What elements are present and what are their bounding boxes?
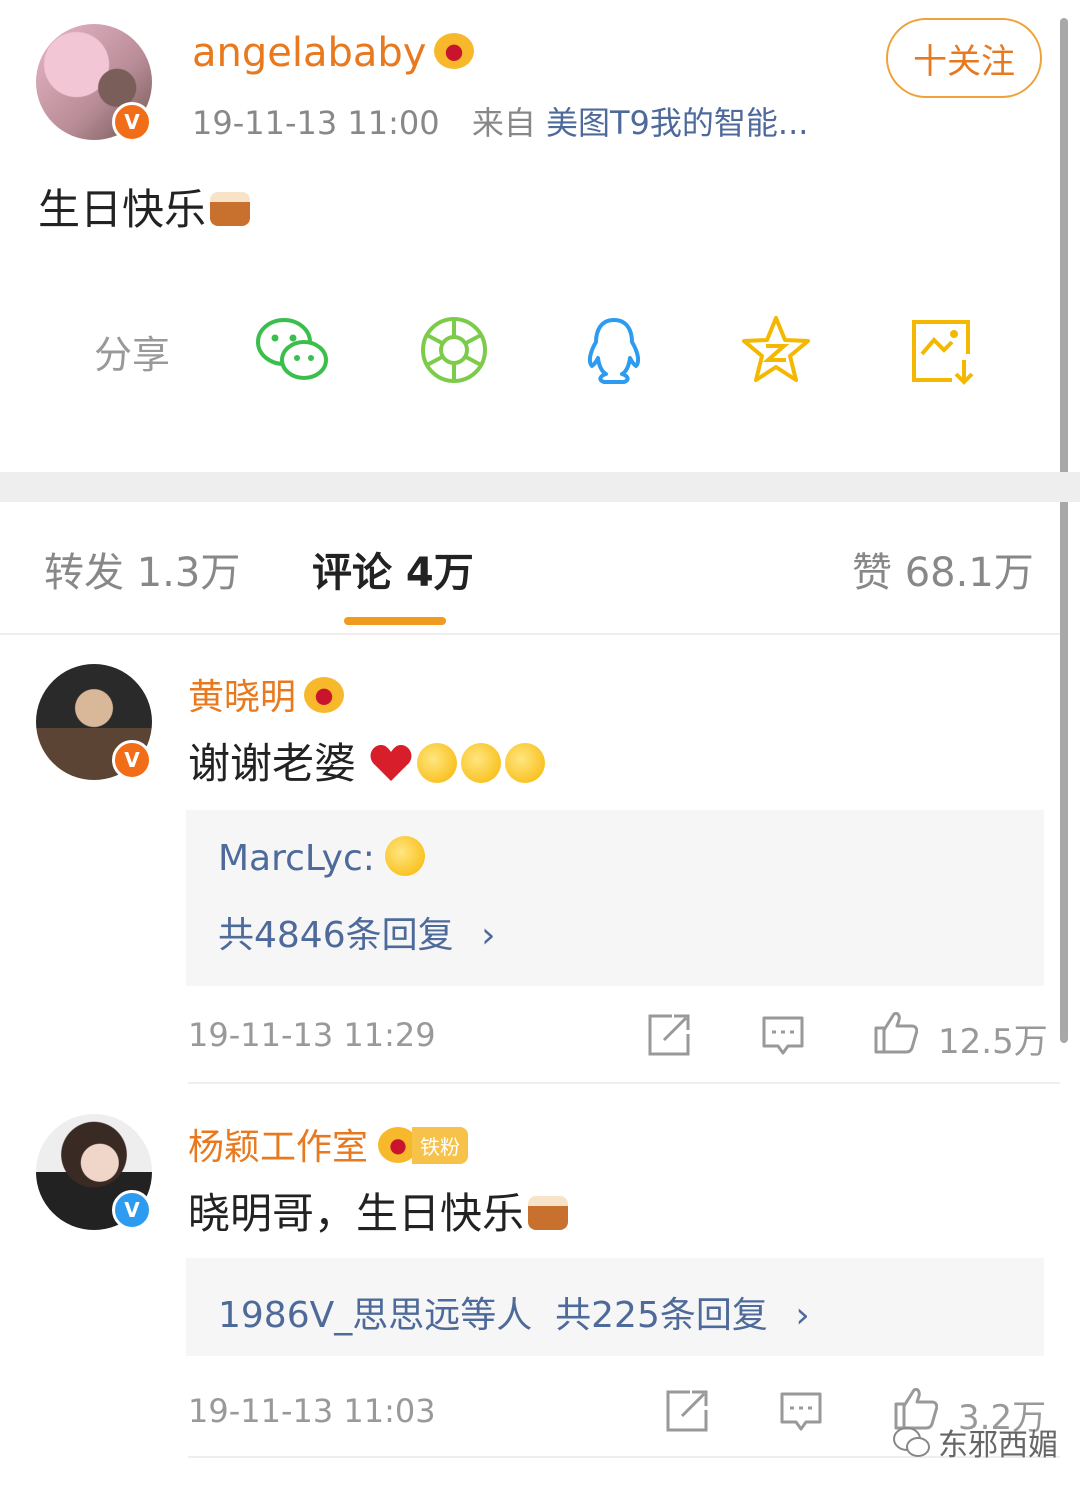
verified-badge-icon: V [112,1190,152,1230]
comment-icon[interactable] [778,1388,824,1434]
divider [188,1082,1060,1084]
like-count: 12.5万 [938,1022,1048,1062]
wechat-watermark-icon [893,1427,930,1457]
qzone-star-icon[interactable] [736,310,816,390]
reply-preview[interactable]: MarcLyc: 共4846条回复 › [186,810,1044,986]
fan-badge-label: 铁粉 [412,1126,469,1164]
comment-text: 晓明哥，生日快乐 [188,1180,569,1241]
like-icon[interactable] [872,1008,918,1054]
kiss-emoji-icon [505,742,546,783]
tab-repost[interactable]: 转发 1.3万 [44,540,240,598]
chevron-right-icon: › [795,1295,810,1336]
moments-icon[interactable] [414,310,494,390]
comment-time: 19-11-13 11:29 [188,1016,436,1054]
comment-time: 19-11-13 11:03 [188,1392,436,1430]
kiss-emoji-icon [417,742,458,783]
qq-icon[interactable] [574,310,654,390]
comment-text: 谢谢老婆 [188,730,546,791]
post-meta: 19-11-13 11:00 来自 美图T9我的智能... [192,98,808,144]
crown-icon [304,677,345,713]
save-image-icon[interactable] [902,310,982,390]
post-source-link[interactable]: 美图T9我的智能... [546,104,808,142]
follow-button[interactable]: 十关注 [886,18,1042,98]
tab-likes[interactable]: 赞 68.1万 [852,540,1034,598]
view-replies-link[interactable]: 共4846条回复 › [218,906,495,958]
repost-icon[interactable] [646,1012,692,1058]
verified-badge-icon: V [112,740,152,780]
cake-emoji-icon [528,1195,569,1230]
cake-emoji-icon [210,191,251,226]
post-username[interactable]: angelababy [192,30,475,76]
tab-comments[interactable]: 评论 4万 [312,540,474,598]
verified-badge-icon: V [112,102,152,142]
divider [0,633,1060,635]
fan-badge: 铁粉 [378,1126,469,1164]
view-replies-link[interactable]: 1986V_思思远等人 共225条回复 › [218,1286,810,1338]
share-label: 分享 [94,333,171,377]
crown-icon [434,33,475,69]
active-tab-indicator [344,617,446,625]
comment-icon[interactable] [760,1012,806,1058]
source-prefix: 来自 [471,104,536,142]
repost-icon[interactable] [664,1388,710,1434]
kiss-emoji-icon [461,742,502,783]
section-separator [0,472,1080,502]
red-heart-emoji-icon [370,744,412,781]
post-avatar[interactable]: V [36,24,152,142]
chevron-right-icon: › [481,915,496,956]
post-time: 19-11-13 11:00 [192,104,440,142]
comment-avatar[interactable]: V [36,1114,152,1230]
comment-avatar[interactable]: V [36,664,152,780]
smile-emoji-icon [384,836,425,876]
comment-author[interactable]: 黄晓明 [188,668,345,720]
comment-author[interactable]: 杨颖工作室 铁粉 [188,1118,469,1170]
reply-preview-line: MarcLyc: [218,836,425,880]
scrollbar[interactable] [1060,18,1068,1043]
reply-preview[interactable]: 1986V_思思远等人 共225条回复 › [186,1258,1044,1356]
watermark: 东邪西媚 [892,1420,1058,1464]
post-text: 生日快乐 [38,176,251,237]
wechat-icon[interactable] [252,310,332,390]
